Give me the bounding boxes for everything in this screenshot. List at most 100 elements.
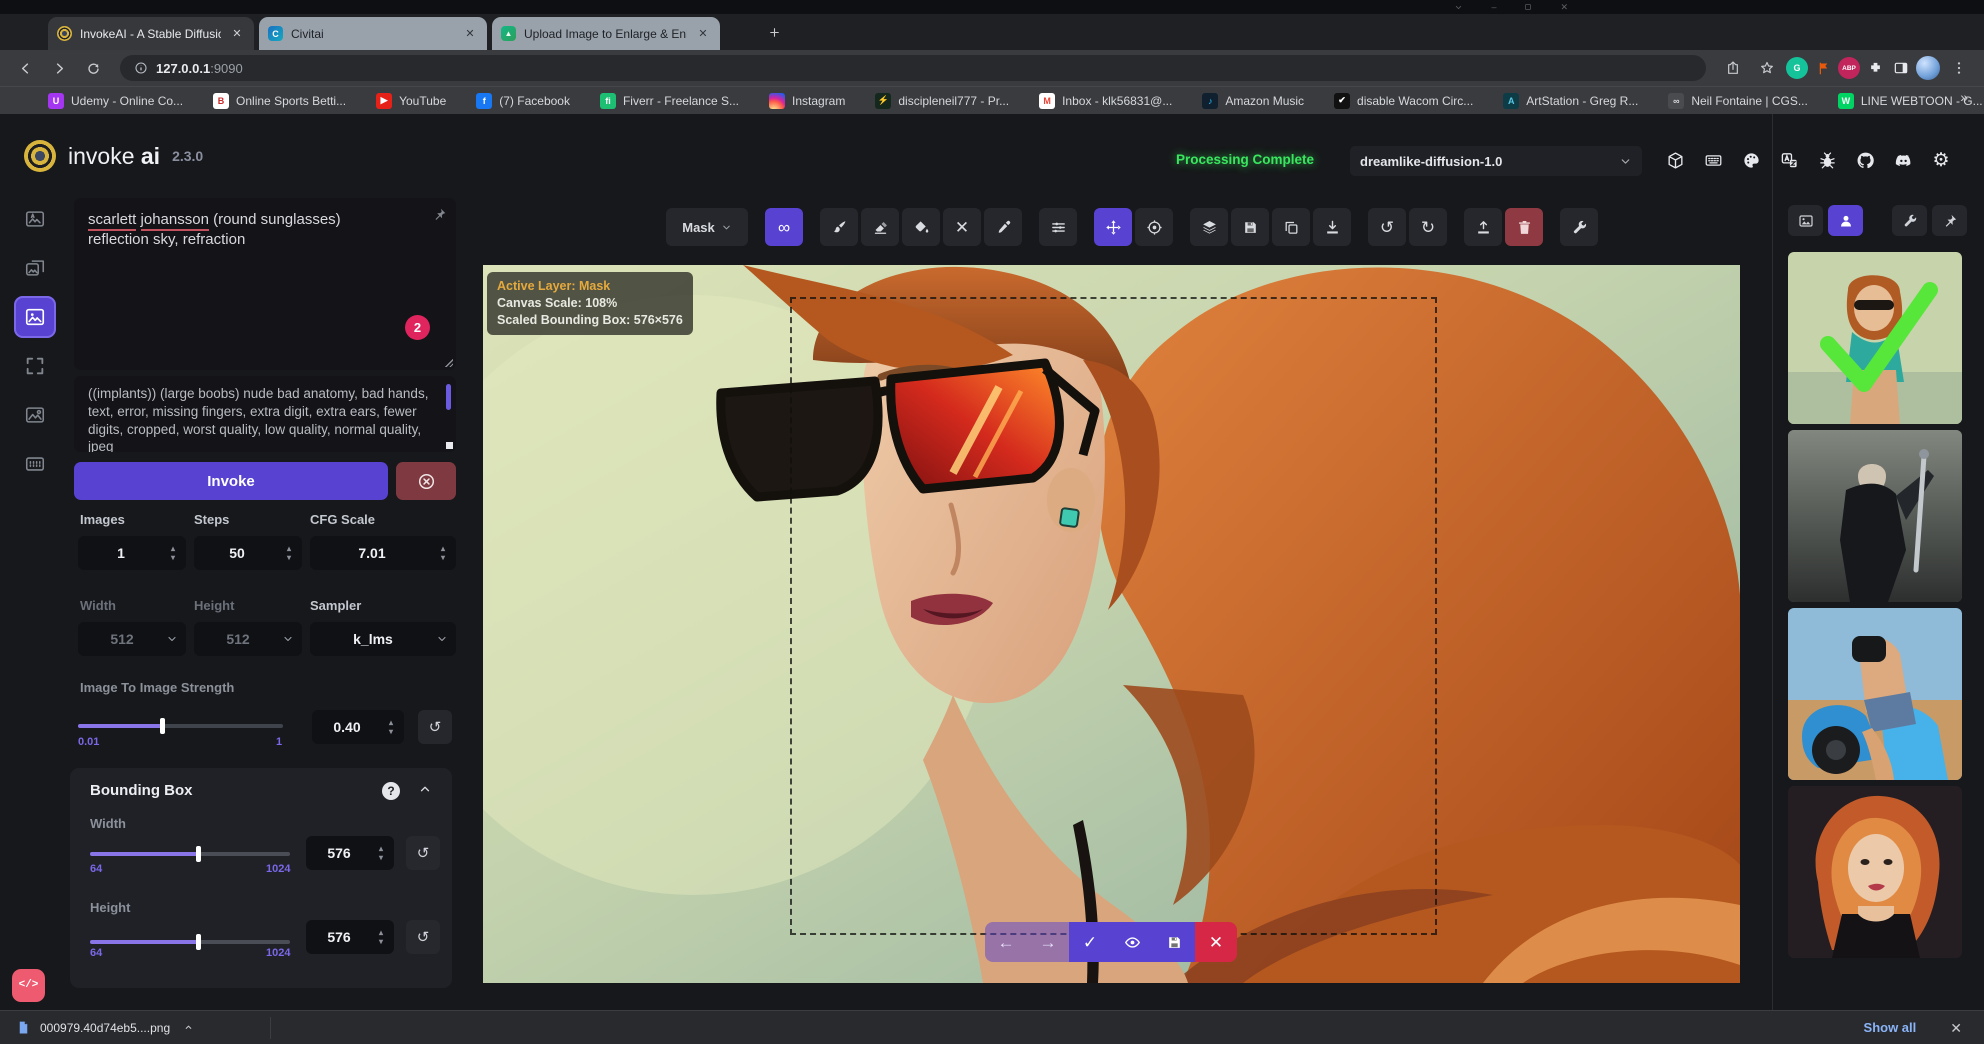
- bookmark-facebook[interactable]: f (7) Facebook: [476, 93, 570, 109]
- share-button[interactable]: [1718, 53, 1748, 83]
- stepper[interactable]: ▴▾: [372, 929, 390, 946]
- collapse-chevron-icon[interactable]: [418, 782, 432, 796]
- strength-input[interactable]: 0.40 ▴▾: [312, 710, 404, 744]
- fill-tool-button[interactable]: [902, 208, 940, 246]
- bookmark-udemy[interactable]: U Udemy - Online Co...: [48, 93, 183, 109]
- gallery-thumb-1[interactable]: [1788, 252, 1962, 424]
- bookmark-inbox[interactable]: M Inbox - klk56831@...: [1039, 93, 1172, 109]
- accept-image-button[interactable]: ✓: [1069, 922, 1111, 962]
- gallery-thumb-3[interactable]: [1788, 608, 1962, 780]
- download-image-button[interactable]: [1313, 208, 1351, 246]
- chevron-up-icon[interactable]: [183, 1022, 194, 1033]
- tab-post-processing[interactable]: [14, 394, 56, 436]
- gallery-pin-button[interactable]: [1932, 205, 1967, 236]
- bookmark-instagram[interactable]: Instagram: [769, 93, 845, 109]
- settings-button[interactable]: ⚙: [1926, 146, 1956, 174]
- bookmark-online-sports[interactable]: B Online Sports Betti...: [213, 93, 346, 109]
- bbox-width-slider[interactable]: [90, 852, 290, 856]
- window-close-button[interactable]: ✕: [1560, 3, 1568, 12]
- tab-unified-canvas[interactable]: [14, 296, 56, 338]
- stepper-down-icon[interactable]: ▾: [379, 938, 383, 946]
- gallery-thumb-4[interactable]: [1788, 786, 1962, 958]
- steps-input[interactable]: 50 ▴▾: [194, 536, 302, 570]
- bookmark-fiverr[interactable]: fi Fiverr - Freelance S...: [600, 93, 739, 109]
- layer-select[interactable]: Mask: [666, 208, 748, 246]
- slider-thumb[interactable]: [196, 934, 201, 950]
- stepper-down-icon[interactable]: ▾: [171, 554, 175, 562]
- strength-slider[interactable]: [78, 724, 283, 728]
- extensions-puzzle-button[interactable]: [1864, 57, 1886, 79]
- tab-invokeai[interactable]: InvokeAI - A Stable Diffusion Too ✕: [48, 17, 254, 50]
- model-select[interactable]: dreamlike-diffusion-1.0: [1350, 146, 1642, 176]
- profile-avatar[interactable]: [1916, 56, 1940, 80]
- clear-canvas-button[interactable]: [1505, 208, 1543, 246]
- tab-text-to-image[interactable]: [14, 198, 56, 240]
- next-image-button[interactable]: →: [1027, 922, 1069, 962]
- brush-options-button[interactable]: [1039, 208, 1077, 246]
- address-bar[interactable]: 127.0.0.1:9090: [120, 55, 1706, 81]
- stepper-up-icon[interactable]: ▴: [379, 929, 383, 937]
- previous-image-button[interactable]: ←: [985, 922, 1027, 962]
- slider-thumb[interactable]: [160, 718, 165, 734]
- discord-button[interactable]: [1888, 146, 1918, 174]
- tab-close-icon[interactable]: ✕: [462, 26, 478, 42]
- width-select[interactable]: 512: [78, 622, 186, 656]
- bbox-height-input[interactable]: 576 ▴▾: [306, 920, 394, 954]
- resize-handle[interactable]: [446, 442, 453, 449]
- resize-handle[interactable]: [444, 358, 453, 367]
- save-staging-image-button[interactable]: [1153, 922, 1195, 962]
- bbox-height-slider[interactable]: [90, 940, 290, 944]
- reload-button[interactable]: [78, 53, 108, 83]
- tab-civitai[interactable]: Civitai ✕: [259, 17, 487, 50]
- gallery-images-tab-button[interactable]: [1788, 205, 1823, 236]
- bbox-width-reset-button[interactable]: ↺: [406, 836, 440, 870]
- images-input[interactable]: 1 ▴▾: [78, 536, 186, 570]
- upload-button[interactable]: [1464, 208, 1502, 246]
- copy-to-clipboard-button[interactable]: [1272, 208, 1310, 246]
- bookmark-discipleneil[interactable]: ⚡ discipleneil777 - Pr...: [875, 93, 1009, 109]
- gallery-settings-button[interactable]: [1892, 205, 1927, 236]
- new-tab-button[interactable]: [761, 19, 787, 45]
- model-manager-button[interactable]: [1660, 146, 1690, 174]
- show-all-downloads-link[interactable]: Show all: [1864, 1020, 1917, 1035]
- invoke-button[interactable]: Invoke: [74, 462, 388, 500]
- extension-adblock-icon[interactable]: ABP: [1838, 57, 1860, 79]
- cfg-scale-input[interactable]: 7.01 ▴▾: [310, 536, 456, 570]
- stepper-up-icon[interactable]: ▴: [287, 545, 291, 553]
- move-tool-button[interactable]: [1094, 208, 1132, 246]
- canvas-bounding-box[interactable]: [790, 297, 1437, 935]
- window-maximize-button[interactable]: [1524, 3, 1532, 11]
- negative-prompt-input[interactable]: ((implants)) (large boobs) nude bad anat…: [74, 376, 456, 452]
- report-bug-button[interactable]: [1812, 146, 1842, 174]
- stepper-down-icon[interactable]: ▾: [287, 554, 291, 562]
- stepper[interactable]: ▴▾: [382, 719, 400, 736]
- tab-close-icon[interactable]: ✕: [695, 26, 711, 42]
- stepper[interactable]: ▴▾: [280, 545, 298, 562]
- bookmark-amazon-music[interactable]: ♪ Amazon Music: [1202, 93, 1304, 109]
- scrollbar-thumb[interactable]: [446, 384, 451, 410]
- canvas-settings-button[interactable]: [1560, 208, 1598, 246]
- cancel-button[interactable]: [396, 462, 456, 500]
- console-toggle-button[interactable]: </>: [12, 969, 45, 1002]
- stepper-up-icon[interactable]: ▴: [389, 719, 393, 727]
- pin-icon[interactable]: [432, 207, 447, 222]
- bookmark-youtube[interactable]: ▶ YouTube: [376, 93, 446, 109]
- window-chevron-icon[interactable]: [1454, 3, 1463, 12]
- color-picker-button[interactable]: [984, 208, 1022, 246]
- mask-options-button[interactable]: ∞: [765, 208, 803, 246]
- eraser-tool-button[interactable]: [861, 208, 899, 246]
- help-icon[interactable]: ?: [382, 782, 400, 800]
- bookmark-neil-fontaine[interactable]: ∞ Neil Fontaine | CGS...: [1668, 93, 1808, 109]
- side-panel-button[interactable]: [1890, 57, 1912, 79]
- redo-button[interactable]: ↻: [1409, 208, 1447, 246]
- reset-view-button[interactable]: [1135, 208, 1173, 246]
- forward-button[interactable]: [44, 53, 74, 83]
- discard-staging-button[interactable]: ✕: [1195, 922, 1237, 962]
- extension-flag-icon[interactable]: [1812, 57, 1834, 79]
- stepper-up-icon[interactable]: ▴: [441, 545, 445, 553]
- brush-tool-button[interactable]: [820, 208, 858, 246]
- bookmark-star-button[interactable]: [1752, 53, 1782, 83]
- browser-menu-button[interactable]: [1944, 53, 1974, 83]
- theme-button[interactable]: [1736, 146, 1766, 174]
- tab-close-icon[interactable]: ✕: [229, 26, 245, 42]
